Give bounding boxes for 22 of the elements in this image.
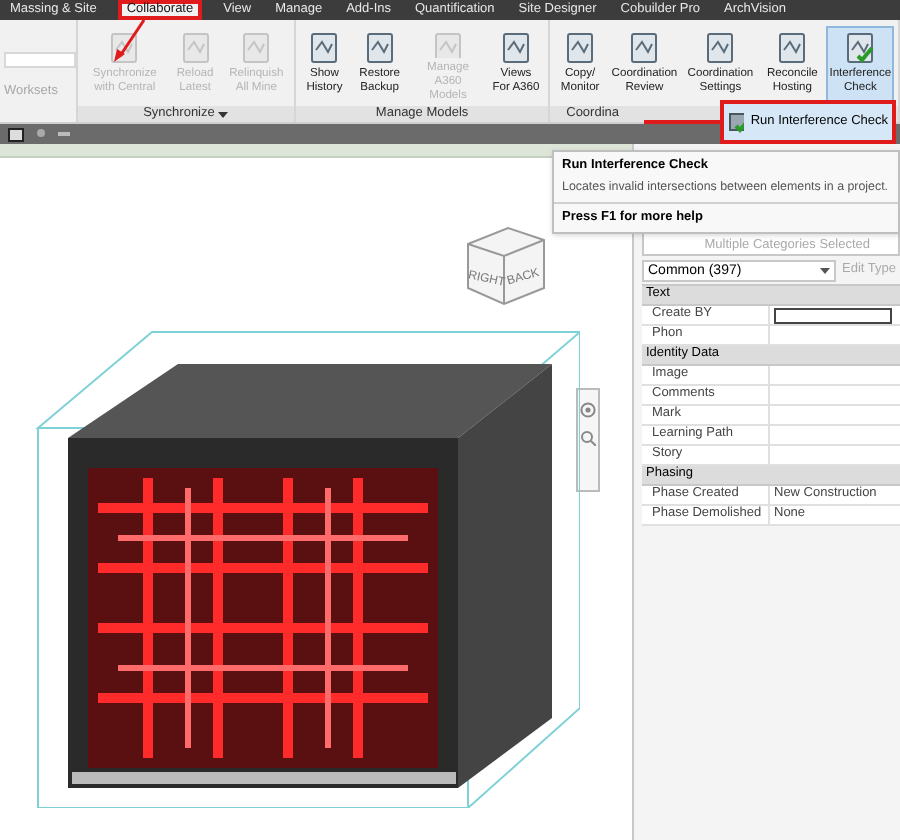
tool-icon xyxy=(179,32,212,64)
window-icon[interactable] xyxy=(8,127,24,141)
tool-icon xyxy=(776,32,809,64)
tool-icon xyxy=(628,32,661,64)
annotation-arrow xyxy=(112,18,148,64)
tool-icon xyxy=(432,32,464,58)
interference-icon xyxy=(728,110,745,134)
steering-wheel-icon xyxy=(580,402,596,418)
pin-icon[interactable] xyxy=(36,128,46,140)
tool-icon xyxy=(844,32,877,64)
tool-icon xyxy=(564,32,597,64)
caret-icon[interactable] xyxy=(218,111,229,117)
input-field[interactable] xyxy=(774,307,892,323)
tool-icon xyxy=(308,32,341,64)
zoom-icon xyxy=(580,430,596,446)
tool-icon xyxy=(363,32,396,64)
dash-icon[interactable] xyxy=(58,131,70,137)
tool-icon xyxy=(240,32,273,64)
tool-icon xyxy=(499,32,532,64)
navigation-bar[interactable] xyxy=(576,388,600,492)
caret-icon xyxy=(820,268,831,274)
tool-icon xyxy=(704,32,737,64)
